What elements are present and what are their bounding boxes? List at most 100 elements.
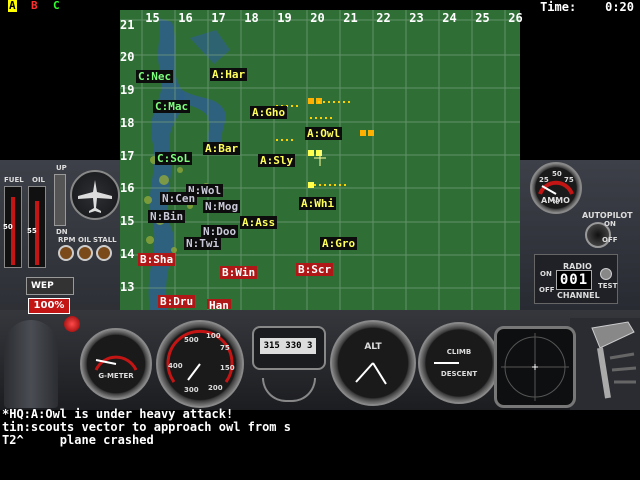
unit-label[interactable]: C:Mac xyxy=(153,100,191,113)
flaps-up-label: UP xyxy=(56,164,67,172)
unit-label[interactable]: A:Sly xyxy=(258,154,296,167)
ammo-tick-25: 25 xyxy=(539,176,549,184)
map-row-label: 16 xyxy=(120,181,135,195)
unit-label[interactable]: A:Bar xyxy=(203,142,241,155)
throttle-lever-icon xyxy=(591,321,637,399)
mission-timer: Time: 0:20 xyxy=(540,0,634,14)
wep-button[interactable]: WEP xyxy=(26,277,74,295)
unit-label[interactable]: A:Har xyxy=(210,68,248,81)
map-col-label: 16 xyxy=(178,11,193,25)
unit-label[interactable]: B:Scr xyxy=(296,263,334,276)
unit-label[interactable]: C:SoL xyxy=(155,152,193,165)
map-col-label: 23 xyxy=(409,11,424,25)
map-row-label: 21 xyxy=(120,18,135,32)
speed-tick: 300 xyxy=(184,386,199,394)
map-col-label: 26 xyxy=(508,11,523,25)
autopilot-on-label: ON xyxy=(604,220,616,228)
throttle-indicator: 100% xyxy=(28,298,70,314)
compass-gauge: 315 330 3 xyxy=(252,326,326,370)
team-tag-c: C xyxy=(53,0,60,12)
map-row-label: 13 xyxy=(120,280,135,294)
oil-warning-light xyxy=(77,245,93,261)
oil-label: OIL xyxy=(32,176,46,184)
speed-tick: 150 xyxy=(220,364,235,372)
rpm-label: RPM xyxy=(58,236,76,244)
map-row-label: 15 xyxy=(120,214,135,228)
map-row-label: 18 xyxy=(120,116,135,130)
message-line: T2^ plane crashed xyxy=(2,433,154,447)
radio-test-button[interactable] xyxy=(600,268,612,280)
unit-label[interactable]: N:Twi xyxy=(184,237,222,250)
oil-temp-label: OIL xyxy=(78,236,92,244)
control-stick-housing xyxy=(4,320,58,408)
unit-label[interactable]: B:Dru xyxy=(158,295,196,308)
unit-label[interactable]: A:Gro xyxy=(320,237,358,250)
map-col-label: 21 xyxy=(343,11,358,25)
unit-label[interactable]: B:Win xyxy=(220,266,258,279)
flaps-down-label: DN xyxy=(56,228,68,236)
altimeter-label: ALT xyxy=(364,342,382,352)
autopilot-off-label: OFF xyxy=(602,236,618,244)
ammo-gauge: 25 50 75 % xyxy=(530,162,582,214)
unit-label[interactable]: A:Owl xyxy=(305,127,343,140)
compass-value: 315 xyxy=(263,341,280,351)
radar-crosshair-icon xyxy=(501,333,569,401)
climb-label: CLIMB xyxy=(446,348,472,356)
message-log: *HQ:A:Owl is under heavy attack! tin:sco… xyxy=(2,408,638,447)
stall-warning-light xyxy=(96,245,112,261)
oil-gauge: 55 xyxy=(27,186,46,268)
unit-label[interactable]: A:Ass xyxy=(240,216,278,229)
oil-scale-55: 55 xyxy=(27,227,37,235)
stall-label: STALL xyxy=(93,236,117,244)
unit-label[interactable]: A:Gho xyxy=(250,106,288,119)
unit-label[interactable]: B:Sha xyxy=(138,253,176,266)
map-col-label: 25 xyxy=(475,11,490,25)
radio-test-label: TEST xyxy=(598,282,618,290)
g-meter-label: G-METER xyxy=(98,372,134,380)
descent-label: DESCENT xyxy=(440,370,478,378)
map-row-label: 19 xyxy=(120,83,135,97)
unit-label[interactable]: N:Cen xyxy=(160,192,198,205)
attitude-indicator xyxy=(70,170,120,220)
airspeed-gauge: 500 100 75 400 150 300 200 xyxy=(156,320,244,408)
map-col-label: 24 xyxy=(442,11,457,25)
autopilot-label: AUTOPILOT xyxy=(582,211,633,220)
radio-channel-display[interactable]: 001 xyxy=(556,270,592,290)
flaps-lever[interactable] xyxy=(54,174,66,226)
speed-tick: 400 xyxy=(168,362,183,370)
unit-label[interactable]: N:Bin xyxy=(148,210,186,223)
fuel-scale-50: 50 xyxy=(3,223,13,231)
map-col-label: 17 xyxy=(211,11,226,25)
map-row-label: 20 xyxy=(120,50,135,64)
radio-off-label: OFF xyxy=(539,286,555,294)
speed-tick: 75 xyxy=(220,344,230,352)
compass-value: 3 xyxy=(306,341,313,351)
unit-label[interactable]: C:Nec xyxy=(136,70,174,83)
fuel-label: FUEL xyxy=(4,176,24,184)
g-meter-gauge: G-METER xyxy=(80,328,152,400)
unit-label[interactable]: Han xyxy=(207,299,231,309)
radar-scope xyxy=(494,326,576,408)
team-tag-b: B xyxy=(31,0,38,12)
rpm-warning-light xyxy=(58,245,74,261)
map-col-label: 18 xyxy=(244,11,259,25)
vsi-needle-icon xyxy=(434,362,459,364)
ammo-label: AMMO xyxy=(541,196,570,205)
ammo-tick-50: 50 xyxy=(552,170,562,178)
radio-channel-label: CHANNEL xyxy=(557,291,600,300)
plane-silhouette-icon xyxy=(78,180,112,213)
time-label: Time: xyxy=(540,0,577,14)
unit-label[interactable]: A:Whi xyxy=(299,197,337,210)
radio-on-label: ON xyxy=(540,270,552,278)
unit-label[interactable]: N:Mog xyxy=(203,200,241,213)
compass-value: 330 xyxy=(285,341,302,351)
aircraft-markers xyxy=(276,98,374,188)
throttle-quadrant xyxy=(570,318,640,410)
wep-label: WEP xyxy=(31,281,54,291)
fuel-gauge: 50 xyxy=(3,186,22,268)
speed-tick: 500 xyxy=(184,336,199,344)
ammo-tick-75: 75 xyxy=(564,176,574,184)
map-col-label: 20 xyxy=(310,11,325,25)
time-value: 0:20 xyxy=(605,0,634,14)
compass-strip: 315 330 3 xyxy=(260,338,316,354)
